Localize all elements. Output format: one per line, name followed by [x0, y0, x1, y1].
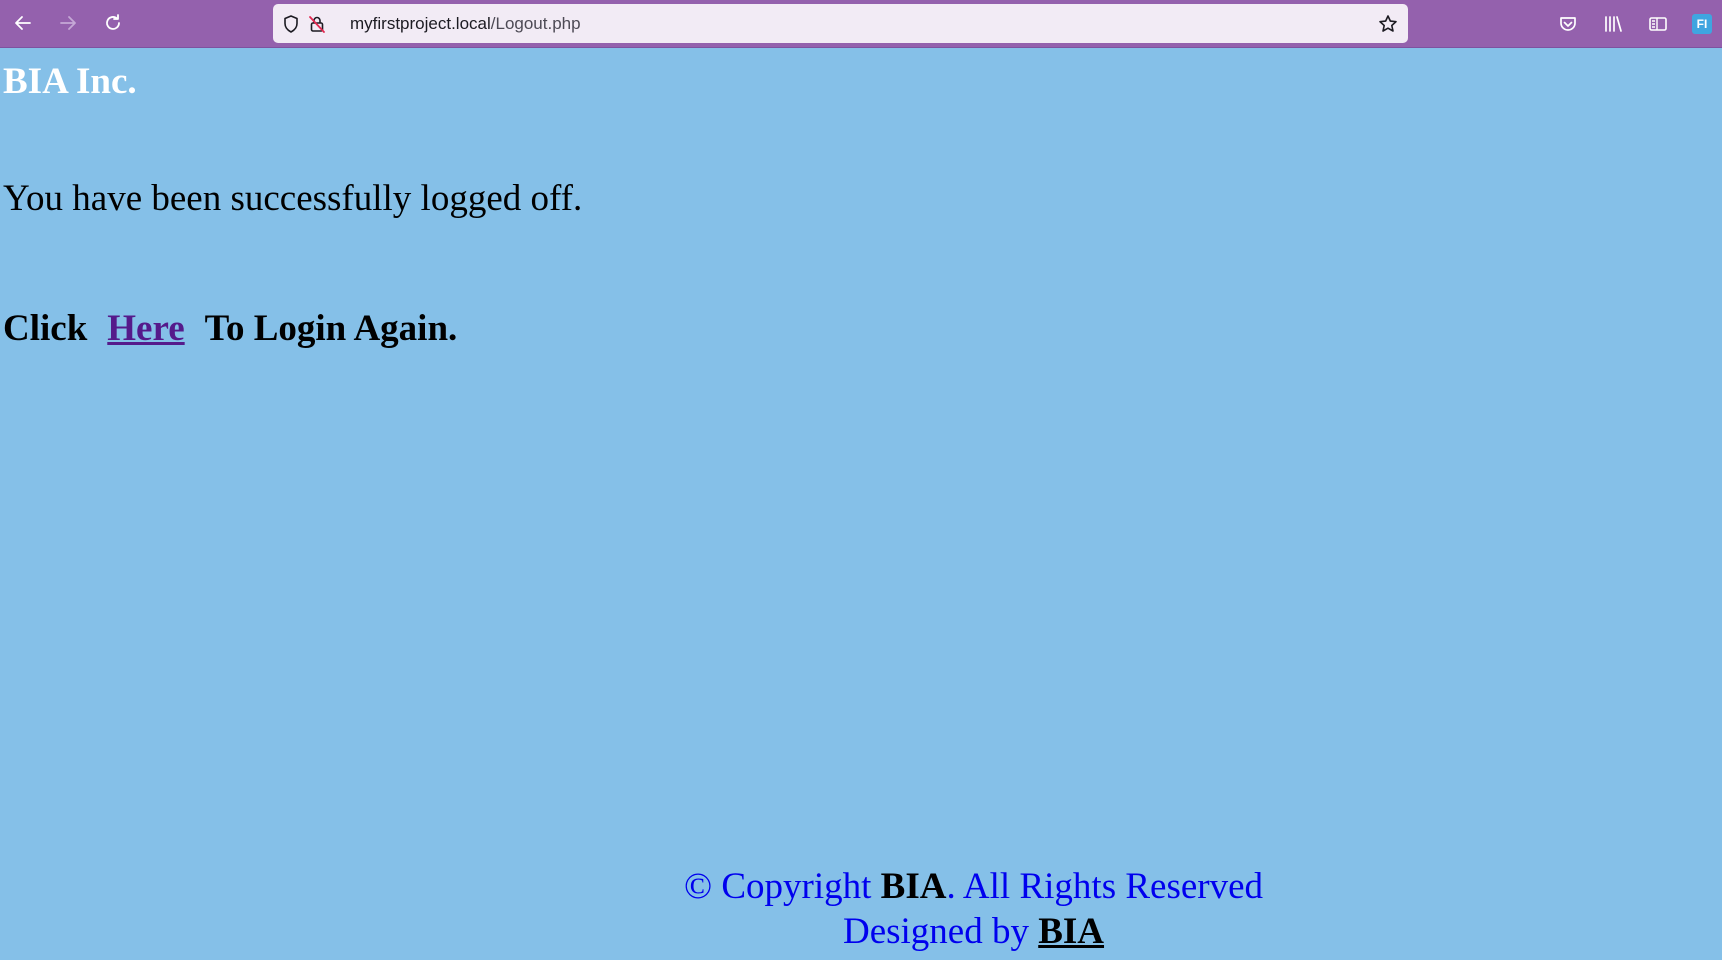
reload-button[interactable]	[98, 8, 128, 38]
forward-button[interactable]	[53, 8, 83, 38]
library-icon	[1605, 16, 1622, 32]
pocket-button[interactable]	[1553, 9, 1583, 39]
sidebar-button[interactable]	[1643, 9, 1673, 39]
brand-heading: BIA Inc.	[3, 61, 137, 102]
url-host: myfirstproject.local	[350, 14, 491, 33]
relogin-suffix: To Login Again.	[204, 308, 458, 349]
relogin-prefix: Click	[3, 308, 88, 349]
arrow-left-icon	[15, 16, 31, 30]
copyright-line: © Copyright BIA. All Rights Reserved	[225, 864, 1722, 909]
relogin-line: Click Here To Login Again.	[3, 307, 457, 350]
designed-by-prefix: Designed by	[842, 911, 1029, 952]
insecure-lock-icon[interactable]	[306, 13, 328, 35]
pocket-icon	[1560, 17, 1576, 31]
reload-icon	[106, 14, 120, 30]
designer-link[interactable]: BIA	[1038, 911, 1104, 952]
bookmark-star-icon[interactable]	[1377, 13, 1399, 35]
footer: © Copyright BIA. All Rights Reserved Des…	[0, 864, 1722, 954]
url-path: /Logout.php	[490, 14, 581, 33]
library-button[interactable]	[1598, 9, 1628, 39]
sidebar-icon	[1649, 17, 1667, 31]
arrow-right-icon	[60, 16, 76, 30]
shield-icon[interactable]	[280, 13, 302, 35]
back-button[interactable]	[8, 8, 38, 38]
copyright-prefix: © Copyright	[683, 866, 872, 907]
address-bar[interactable]: myfirstproject.local/Logout.php	[273, 4, 1408, 43]
designed-by-line: Designed by BIA	[225, 909, 1722, 954]
login-again-link[interactable]: Here	[107, 308, 184, 349]
copyright-suffix: . All Rights Reserved	[946, 866, 1264, 907]
profile-button[interactable]: FI	[1687, 9, 1717, 39]
copyright-brand: BIA	[880, 866, 947, 907]
url-text[interactable]: myfirstproject.local/Logout.php	[350, 4, 581, 43]
logout-message: You have been successfully logged off.	[3, 178, 583, 219]
browser-toolbar: myfirstproject.local/Logout.php FI	[0, 0, 1722, 48]
profile-avatar-icon: FI	[1692, 14, 1712, 34]
